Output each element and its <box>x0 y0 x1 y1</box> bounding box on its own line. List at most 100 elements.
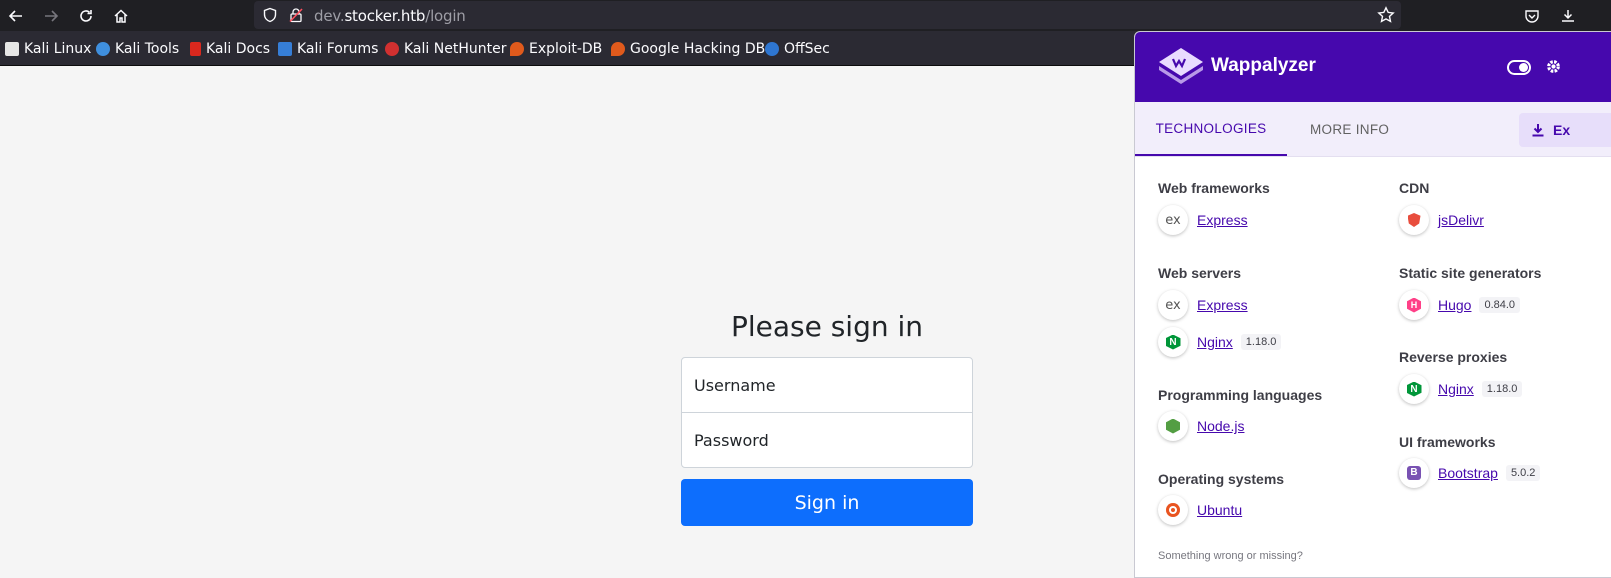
tech-item[interactable]: B Bootstrap 5.0.2 <box>1399 457 1541 489</box>
kali-dragon-icon <box>5 42 19 56</box>
url-host-prefix: dev. <box>314 7 345 25</box>
bookmark-label: Kali NetHunter <box>404 41 507 57</box>
browser-toolbar: dev.stocker.htb/login <box>0 0 1611 31</box>
category-title: Programming languages <box>1158 387 1323 403</box>
bookmark-kali-docs[interactable]: Kali Docs <box>190 40 270 58</box>
downloads-button[interactable] <box>1556 4 1580 28</box>
offsec-icon <box>765 42 779 56</box>
nodejs-icon <box>1158 411 1188 441</box>
category-title: Operating systems <box>1158 471 1285 487</box>
tech-version: 0.84.0 <box>1479 297 1521 313</box>
category-title: Reverse proxies <box>1399 349 1508 365</box>
tech-version: 1.18.0 <box>1481 381 1523 397</box>
reload-icon <box>80 10 92 22</box>
arrow-left-icon <box>8 10 22 22</box>
gear-icon[interactable] <box>1545 58 1562 75</box>
star-icon[interactable] <box>1377 6 1395 24</box>
tech-item[interactable]: H Hugo 0.84.0 <box>1399 289 1521 321</box>
bookmark-exploit-db[interactable]: Exploit-DB <box>510 40 602 58</box>
tech-name[interactable]: Node.js <box>1197 418 1244 434</box>
wappalyzer-logo-icon <box>1159 48 1203 84</box>
url-text[interactable]: dev.stocker.htb/login <box>314 7 466 25</box>
tab-technologies[interactable]: TECHNOLOGIES <box>1135 102 1287 156</box>
tech-name[interactable]: Nginx <box>1197 334 1233 350</box>
wappalyzer-header: Wappalyzer <box>1135 32 1611 102</box>
tech-name[interactable]: Bootstrap <box>1438 465 1498 481</box>
tech-name[interactable]: Express <box>1197 297 1248 313</box>
category-title: CDN <box>1399 180 1430 196</box>
home-icon <box>114 9 128 23</box>
bookmark-label: Kali Docs <box>206 41 271 57</box>
category-title: Web servers <box>1158 265 1242 281</box>
lock-warning-icon[interactable] <box>288 7 304 23</box>
username-input[interactable]: Username <box>681 357 973 413</box>
express-icon: ex <box>1158 290 1188 320</box>
kali-forums-icon <box>278 42 292 56</box>
hugo-icon: H <box>1399 290 1429 320</box>
bookmark-offsec[interactable]: OffSec <box>765 40 830 58</box>
ghdb-icon <box>611 42 625 56</box>
exploit-db-icon <box>510 42 524 56</box>
url-host: stocker.htb <box>344 7 426 25</box>
bookmark-kali-linux[interactable]: Kali Linux <box>5 40 91 58</box>
shield-icon[interactable] <box>262 7 278 23</box>
tech-name[interactable]: Ubuntu <box>1197 502 1242 518</box>
tech-item[interactable]: ex Express <box>1158 289 1248 321</box>
tech-item[interactable]: ex Express <box>1158 204 1248 236</box>
download-icon <box>1562 10 1574 22</box>
pocket-button[interactable] <box>1520 4 1544 28</box>
tech-item[interactable]: Node.js <box>1158 410 1244 442</box>
signin-form: Please sign in Username Password Sign in <box>681 308 973 526</box>
tab-more-info[interactable]: MORE INFO <box>1310 102 1389 156</box>
category-title: Web frameworks <box>1158 180 1270 196</box>
back-button[interactable] <box>4 4 28 28</box>
nginx-icon: N <box>1399 374 1429 404</box>
tech-item[interactable]: jsDelivr <box>1399 204 1484 236</box>
tech-item[interactable]: N Nginx 1.18.0 <box>1399 373 1523 405</box>
kali-tools-icon <box>96 42 110 56</box>
pocket-icon <box>1525 10 1539 23</box>
toggle-switch[interactable] <box>1507 60 1531 75</box>
url-bar[interactable]: dev.stocker.htb/login <box>254 1 1401 29</box>
tech-version: 5.0.2 <box>1505 465 1541 481</box>
url-path: /login <box>425 7 466 25</box>
bootstrap-icon: B <box>1399 458 1429 488</box>
bookmark-label: Kali Forums <box>297 41 379 57</box>
bookmark-label: Kali Linux <box>24 41 92 57</box>
bookmark-label: Kali Tools <box>115 41 180 57</box>
tech-name[interactable]: Hugo <box>1438 297 1471 313</box>
wappalyzer-popup: Wappalyzer TECHNOLOGIES MORE INFO Ex Web… <box>1134 31 1611 578</box>
signin-button[interactable]: Sign in <box>681 479 973 526</box>
nginx-icon: N <box>1158 327 1188 357</box>
bookmark-google-hacking-db[interactable]: Google Hacking DB <box>611 40 765 58</box>
jsdelivr-icon <box>1399 205 1429 235</box>
bookmark-kali-forums[interactable]: Kali Forums <box>278 40 378 58</box>
ubuntu-icon <box>1158 495 1188 525</box>
signin-heading: Please sign in <box>730 310 924 343</box>
express-icon: ex <box>1158 205 1188 235</box>
category-title: Static site generators <box>1399 265 1542 281</box>
bookmark-label: OffSec <box>784 41 830 57</box>
kali-docs-icon <box>190 42 201 56</box>
bookmark-kali-tools[interactable]: Kali Tools <box>96 40 179 58</box>
tech-version: 1.18.0 <box>1240 334 1282 350</box>
feedback-link[interactable]: Something wrong or missing? <box>1158 550 1303 562</box>
tech-name[interactable]: jsDelivr <box>1438 212 1484 228</box>
tech-item[interactable]: Ubuntu <box>1158 494 1242 526</box>
export-button[interactable]: Ex <box>1519 113 1611 147</box>
download-icon <box>1532 124 1544 137</box>
wappalyzer-brand: Wappalyzer <box>1211 55 1316 76</box>
home-button[interactable] <box>109 4 133 28</box>
toggle-knob <box>1519 63 1528 72</box>
username-placeholder: Username <box>694 376 776 395</box>
tech-name[interactable]: Express <box>1197 212 1248 228</box>
category-title: UI frameworks <box>1399 434 1496 450</box>
reload-button[interactable] <box>74 4 98 28</box>
bookmark-kali-nethunter[interactable]: Kali NetHunter <box>385 40 506 58</box>
password-placeholder: Password <box>694 431 769 450</box>
password-input[interactable]: Password <box>681 412 973 468</box>
wappalyzer-tabs: TECHNOLOGIES MORE INFO Ex <box>1135 102 1611 157</box>
tech-item[interactable]: N Nginx 1.18.0 <box>1158 326 1282 358</box>
tech-name[interactable]: Nginx <box>1438 381 1474 397</box>
forward-button[interactable] <box>39 4 63 28</box>
